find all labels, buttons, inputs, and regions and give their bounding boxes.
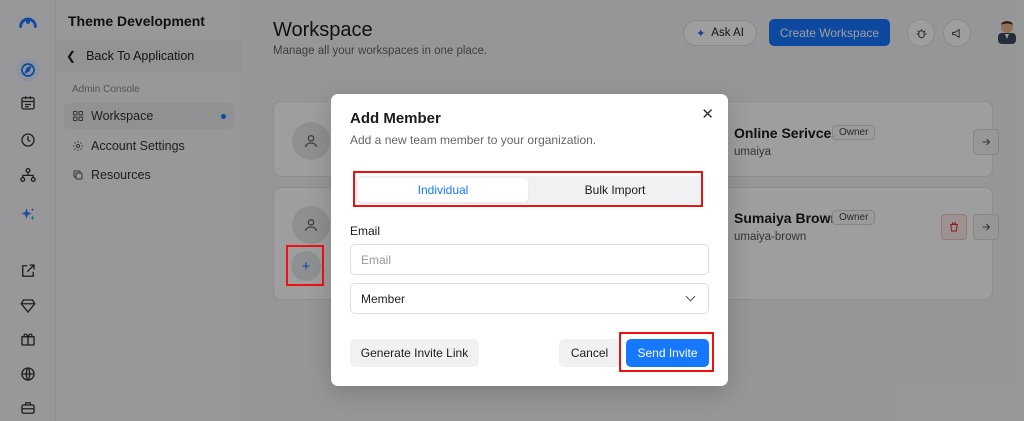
highlight-box-tabs — [353, 171, 703, 207]
cancel-button[interactable]: Cancel — [559, 339, 620, 367]
generate-invite-link-button[interactable]: Generate Invite Link — [350, 339, 479, 367]
dialog-title: Add Member — [350, 110, 441, 127]
close-icon[interactable]: ✕ — [701, 105, 714, 123]
chevron-down-icon — [685, 291, 696, 302]
role-select-value: Member — [361, 291, 406, 306]
email-field[interactable] — [350, 244, 709, 275]
dialog-subtitle: Add a new team member to your organizati… — [350, 133, 597, 147]
email-label: Email — [350, 224, 381, 238]
highlight-box-add-member — [286, 245, 324, 286]
highlight-box-send-invite — [619, 332, 714, 372]
role-select[interactable]: Member — [350, 283, 709, 314]
